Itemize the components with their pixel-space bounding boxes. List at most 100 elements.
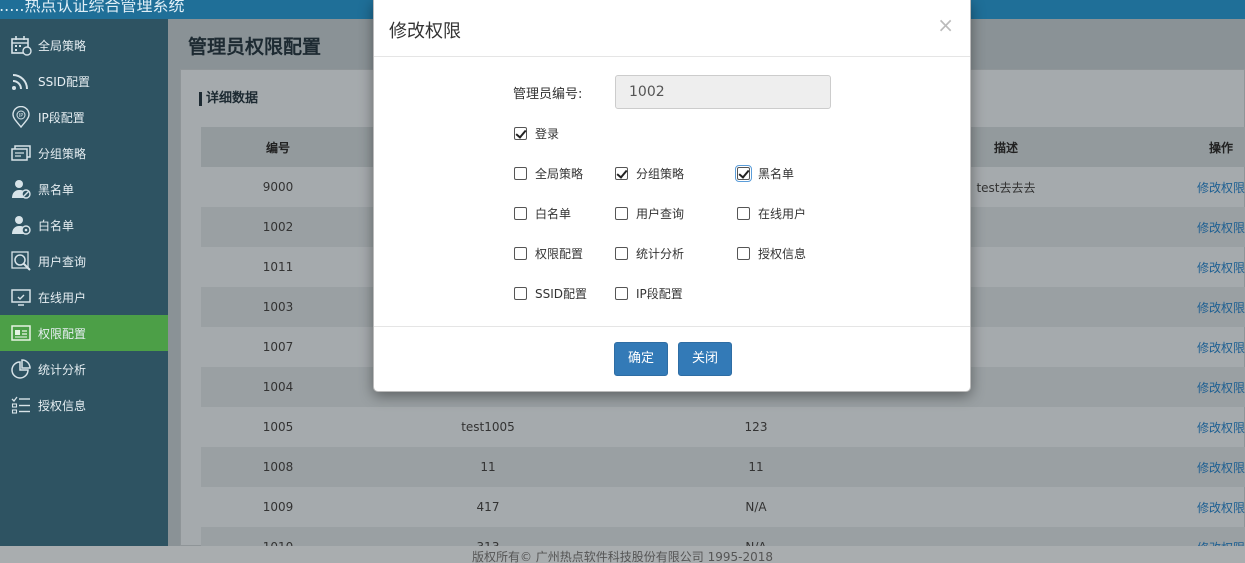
dialog-header: 修改权限 ×: [374, 0, 970, 57]
sidebar-item-label: 权限配置: [38, 326, 87, 341]
perm-checkbox-permission-config[interactable]: 权限配置: [514, 245, 583, 262]
app-title: ......热点认证综合管理系统: [0, 0, 185, 15]
checkbox-box[interactable]: [737, 207, 750, 220]
sidebar-item-label: 白名单: [38, 218, 75, 233]
checkbox-box[interactable]: [615, 167, 628, 180]
sidebar-item-user-query[interactable]: 用户查询: [0, 243, 168, 279]
login-checkbox[interactable]: 登录: [514, 125, 559, 142]
sidebar-item-label: 授权信息: [38, 398, 87, 413]
table-row: 1008 11 11 修改权限: [201, 447, 1245, 487]
admin-id-label: 管理员编号:: [513, 87, 583, 102]
sidebar: 全局策略 SSID配置 IP IP段配置 分组策略 黑名单 白名单 用户查询 在…: [0, 19, 168, 546]
modify-permission-link[interactable]: 修改权限: [1191, 499, 1245, 516]
sidebar-item-label: 全局策略: [38, 38, 87, 53]
modify-permission-link[interactable]: 修改权限: [1191, 179, 1245, 196]
confirm-button[interactable]: 确定: [614, 342, 668, 376]
cell-name: 11: [480, 460, 496, 474]
cell-password: 11: [748, 460, 764, 474]
sidebar-item-permission-config[interactable]: 权限配置: [0, 315, 168, 351]
sidebar-item-ip-segment[interactable]: IP IP段配置: [0, 99, 168, 135]
cell-id: 1011: [262, 260, 294, 274]
svg-text:IP: IP: [19, 113, 24, 119]
checkbox-box[interactable]: [615, 207, 628, 220]
cell-id: 1005: [262, 420, 294, 434]
perm-checkbox-group-policy[interactable]: 分组策略: [615, 165, 684, 182]
checkbox-box[interactable]: [514, 167, 527, 180]
cell-id: 1007: [262, 340, 294, 354]
checkbox-box[interactable]: [514, 247, 527, 260]
modify-permission-link[interactable]: 修改权限: [1191, 339, 1245, 356]
panel-title: 详细数据: [199, 92, 258, 106]
sidebar-item-whitelist[interactable]: 白名单: [0, 207, 168, 243]
sidebar-item-label: 分组策略: [38, 146, 87, 161]
column-header-action: 操作: [1208, 140, 1233, 155]
perm-checkbox-statistics[interactable]: 统计分析: [615, 245, 684, 262]
cell-id: 1003: [262, 300, 294, 314]
page-title: 管理员权限配置: [188, 37, 322, 58]
sidebar-item-global-policy[interactable]: 全局策略: [0, 27, 168, 63]
edit-permission-dialog: 修改权限 × 管理员编号: 1002 登录 全局策略 分组策略 黑名单白名单 用户查询…: [373, 0, 971, 392]
modify-permission-link[interactable]: 修改权限: [1191, 379, 1245, 396]
modify-permission-link[interactable]: 修改权限: [1191, 419, 1245, 436]
admin-id-field[interactable]: 1002: [615, 75, 831, 109]
cell-id: 1002: [262, 220, 294, 234]
perm-checkbox-ssid-config[interactable]: SSID配置: [514, 285, 587, 302]
dialog-footer: 确定 关闭: [374, 327, 970, 390]
checkbox-box[interactable]: [735, 165, 752, 182]
modify-permission-link[interactable]: 修改权限: [1191, 259, 1245, 276]
cell-id: 1009: [262, 500, 294, 514]
sidebar-item-license-info[interactable]: 授权信息: [0, 387, 168, 423]
pie-chart-icon: [10, 358, 32, 380]
sidebar-item-online-users[interactable]: 在线用户: [0, 279, 168, 315]
checkbox-box[interactable]: [514, 207, 527, 220]
checkbox-label: 登录: [535, 127, 560, 141]
checkbox-box[interactable]: [514, 287, 527, 300]
perm-checkbox-license-info[interactable]: 授权信息: [737, 245, 806, 262]
column-header-description: 描述: [993, 140, 1018, 155]
sidebar-item-label: 在线用户: [38, 290, 87, 305]
checkbox-label: SSID配置: [535, 287, 588, 301]
cell-password: 123: [744, 420, 768, 434]
modify-permission-link[interactable]: 修改权限: [1191, 299, 1245, 316]
checkbox-label: 全局策略: [535, 167, 584, 181]
checkbox-label: 权限配置: [535, 247, 584, 261]
table-row: 1009 417 N/A 修改权限: [201, 487, 1245, 527]
user-block-icon: [10, 178, 32, 200]
monitor-icon: [10, 286, 32, 308]
user-check-icon: [10, 214, 32, 236]
checkbox-label: 统计分析: [636, 247, 685, 261]
checkbox-box[interactable]: [615, 247, 628, 260]
dialog-title: 修改权限: [389, 21, 461, 42]
checkbox-box[interactable]: [514, 127, 527, 140]
search-icon: [10, 250, 32, 272]
close-button[interactable]: 关闭: [678, 342, 732, 376]
sidebar-item-blacklist[interactable]: 黑名单: [0, 171, 168, 207]
sidebar-item-statistics[interactable]: 统计分析: [0, 351, 168, 387]
id-card-icon: [10, 322, 32, 344]
group-card-icon: [10, 142, 32, 164]
checkbox-box[interactable]: [615, 287, 628, 300]
close-icon[interactable]: ×: [937, 14, 954, 36]
modify-permission-link[interactable]: 修改权限: [1191, 459, 1245, 476]
checkbox-box[interactable]: [737, 247, 750, 260]
checkbox-label: 黑名单: [758, 167, 795, 181]
sidebar-item-ssid[interactable]: SSID配置: [0, 63, 168, 99]
footer: 版权所有© 广州热点软件科技股份有限公司 1995-2018: [0, 546, 1245, 563]
column-header-id: 编号: [265, 140, 290, 155]
perm-checkbox-ip-segment-config[interactable]: IP段配置: [615, 285, 683, 302]
perm-checkbox-online-users[interactable]: 在线用户: [737, 205, 806, 222]
cell-description: test去去去: [976, 180, 1036, 195]
checkbox-label: 授权信息: [758, 247, 807, 261]
modify-permission-link[interactable]: 修改权限: [1191, 219, 1245, 236]
checkbox-label: 在线用户: [758, 207, 807, 221]
checkbox-label: 白名单: [535, 207, 572, 221]
perm-checkbox-blacklist[interactable]: 黑名单: [735, 165, 795, 182]
sidebar-item-group-policy[interactable]: 分组策略: [0, 135, 168, 171]
table-row: 1005 test1005 123 修改权限: [201, 407, 1245, 447]
perm-checkbox-global-policy[interactable]: 全局策略: [514, 165, 583, 182]
sidebar-item-label: 用户查询: [38, 254, 87, 269]
wifi-icon: [10, 70, 32, 92]
perm-checkbox-whitelist[interactable]: 白名单: [514, 205, 571, 222]
perm-checkbox-user-query[interactable]: 用户查询: [615, 205, 684, 222]
cell-password: N/A: [745, 500, 767, 514]
